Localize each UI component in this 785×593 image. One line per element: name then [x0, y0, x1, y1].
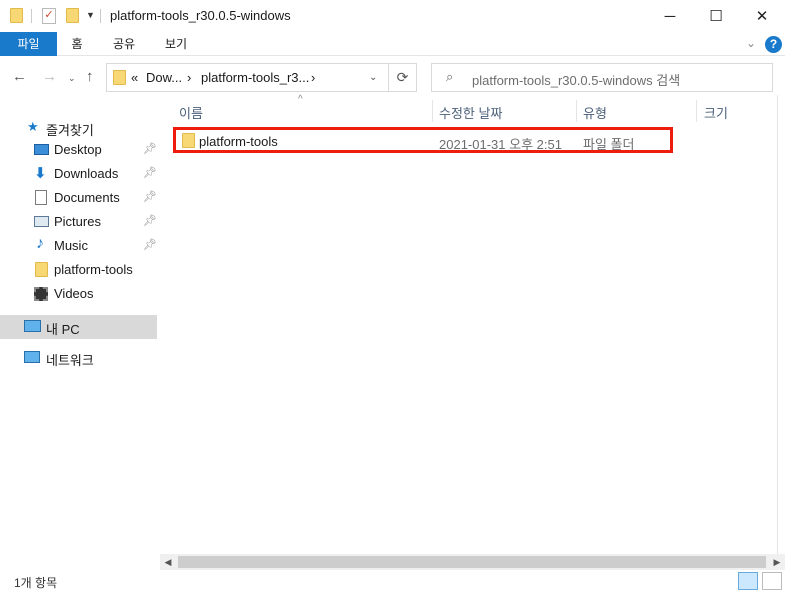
up-arrow-icon[interactable]: ↑: [86, 68, 94, 85]
pin-icon: 📌︎: [143, 143, 157, 155]
tab-home[interactable]: 홈: [64, 32, 90, 56]
expand-ribbon-chevron-down-icon[interactable]: ⌄: [746, 36, 756, 50]
sidebar-item-label: Desktop: [54, 142, 102, 157]
minimize-button[interactable]: ─: [647, 0, 693, 32]
search-placeholder: platform-tools_r30.0.5-windows 검색: [472, 73, 681, 88]
divider: [31, 9, 32, 23]
pictures-icon: [34, 216, 49, 227]
column-divider[interactable]: [696, 100, 697, 122]
scroll-left-icon[interactable]: ◀: [160, 554, 176, 570]
pin-icon: 📌︎: [143, 239, 157, 251]
file-type: 파일 폴더: [583, 137, 635, 152]
sidebar-item-desktop[interactable]: Desktop 📌︎: [0, 138, 157, 162]
sidebar-item-downloads[interactable]: ⬇ Downloads 📌︎: [0, 162, 157, 186]
ribbon-tabs: 파일 홈 공유 보기 ⌄ ?: [0, 32, 785, 56]
recent-locations-chevron-down-icon[interactable]: ⌄: [68, 73, 76, 84]
tab-share[interactable]: 공유: [106, 32, 142, 56]
help-icon[interactable]: ?: [765, 36, 782, 53]
address-history-chevron-down-icon[interactable]: ⌄: [369, 72, 377, 83]
breadcrumb-current[interactable]: platform-tools_r3...: [201, 70, 309, 85]
maximize-button[interactable]: ☐: [693, 0, 739, 32]
sidebar-item-pictures[interactable]: Pictures 📌︎: [0, 210, 157, 234]
column-header-type[interactable]: 유형: [583, 103, 607, 125]
pin-icon: 📌︎: [143, 191, 157, 203]
sidebar-item-label: Pictures: [54, 214, 101, 229]
scroll-right-icon[interactable]: ▶: [769, 554, 785, 570]
horizontal-scrollbar[interactable]: ◀ ▶: [160, 554, 785, 570]
sidebar-item-videos[interactable]: Videos: [0, 282, 157, 306]
sidebar-item-label: platform-tools: [54, 262, 133, 277]
sidebar-item-platform-tools[interactable]: platform-tools: [0, 258, 157, 282]
pin-icon: 📌︎: [143, 167, 157, 179]
computer-icon: [24, 320, 41, 332]
folder-icon: [113, 70, 126, 85]
close-button[interactable]: ✕: [739, 0, 785, 32]
file-modified: 2021-01-31 오후 2:51: [439, 137, 562, 152]
large-icons-view-button[interactable]: [762, 572, 782, 590]
item-count: 1개 항목: [14, 576, 58, 590]
sort-ascending-icon: ^: [298, 94, 303, 105]
navigation-pane: ★ 즐겨찾기 Desktop 📌︎ ⬇ Downloads 📌︎ Documen…: [0, 100, 160, 570]
desktop-icon: [34, 144, 49, 155]
tab-file[interactable]: 파일: [0, 32, 57, 56]
music-icon: ♪: [36, 235, 44, 252]
file-row-platform-tools[interactable]: platform-tools 2021-01-31 오후 2:51 파일 폴더: [173, 127, 673, 153]
title-bar: ✓ ▼ platform-tools_r30.0.5-windows ─ ☐ ✕: [0, 0, 785, 32]
sidebar-item-label: 네트워크: [46, 353, 94, 368]
breadcrumb-separator[interactable]: ›: [311, 70, 315, 85]
pane-edge: [777, 95, 778, 555]
column-divider[interactable]: [576, 100, 577, 122]
search-input[interactable]: ⌕ platform-tools_r30.0.5-windows 검색: [431, 63, 773, 92]
download-icon: ⬇: [34, 165, 47, 182]
sidebar-item-this-pc[interactable]: 내 PC: [0, 315, 157, 339]
breadcrumb-separator[interactable]: ›: [187, 70, 191, 85]
sidebar-item-label: 내 PC: [46, 322, 80, 337]
search-icon: ⌕: [446, 69, 454, 84]
refresh-button[interactable]: ⟳: [389, 63, 417, 92]
back-arrow-icon[interactable]: ←: [12, 68, 27, 85]
column-header-size[interactable]: 크기: [704, 103, 728, 125]
sidebar-item-network[interactable]: 네트워크: [0, 346, 157, 370]
sidebar-item-music[interactable]: ♪ Music 📌︎: [0, 234, 157, 258]
breadcrumb-downloads[interactable]: Dow...: [146, 70, 182, 85]
star-icon: ★: [27, 119, 39, 134]
sidebar-item-label: Downloads: [54, 166, 119, 181]
sidebar-item-label: Music: [54, 238, 88, 253]
tab-view[interactable]: 보기: [158, 32, 194, 56]
address-bar[interactable]: « Dow... › platform-tools_r3... › ⌄: [106, 63, 389, 92]
network-icon: [24, 351, 40, 363]
properties-icon[interactable]: ✓: [42, 8, 56, 24]
file-name: platform-tools: [199, 134, 278, 149]
sidebar-item-documents[interactable]: Documents 📌︎: [0, 186, 157, 210]
new-folder-icon[interactable]: [66, 8, 79, 23]
column-header-modified[interactable]: 수정한 날짜: [439, 103, 502, 125]
column-divider[interactable]: [432, 100, 433, 122]
details-view-button[interactable]: [738, 572, 758, 590]
forward-arrow-icon[interactable]: →: [42, 68, 57, 85]
quick-access-toolbar-dropdown-icon[interactable]: ▼: [86, 10, 95, 20]
folder-icon: [35, 262, 48, 277]
window-title: platform-tools_r30.0.5-windows: [110, 8, 291, 23]
pin-icon: 📌︎: [143, 215, 157, 227]
folder-icon: [182, 133, 195, 148]
sidebar-item-quick-access[interactable]: ★ 즐겨찾기: [0, 116, 157, 140]
video-icon: [34, 287, 48, 301]
sidebar-item-label: Videos: [54, 286, 94, 301]
scrollbar-thumb[interactable]: [178, 556, 766, 568]
breadcrumb-overflow[interactable]: «: [131, 70, 138, 85]
folder-icon: [10, 8, 23, 23]
document-icon: [35, 190, 47, 205]
sidebar-item-label: Documents: [54, 190, 120, 205]
sidebar-item-label: 즐겨찾기: [46, 123, 94, 138]
column-header-name[interactable]: 이름: [179, 103, 203, 125]
divider: [100, 9, 101, 23]
